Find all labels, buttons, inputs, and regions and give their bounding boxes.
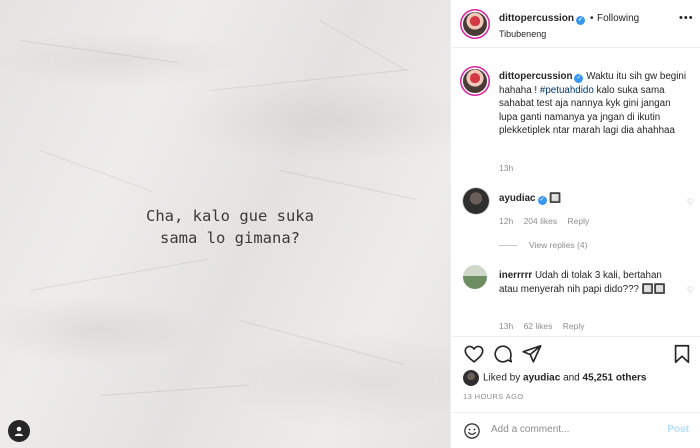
liked-by-user[interactable]: ayudiac: [523, 373, 560, 384]
like-heart-icon[interactable]: [463, 343, 485, 365]
separator-dot: •: [590, 13, 594, 24]
post-details-panel: dittopercussion ✓ • Following Tibubeneng …: [450, 0, 700, 448]
comment-like-heart-icon[interactable]: ♡: [687, 197, 695, 208]
liker-avatar[interactable]: [463, 370, 479, 386]
commenter-avatar[interactable]: [463, 265, 487, 289]
verified-badge-icon: ✓: [574, 74, 584, 83]
author-avatar[interactable]: [463, 12, 487, 36]
comment-bubble-icon[interactable]: [492, 343, 514, 365]
commenter-username[interactable]: inerrrrr: [499, 270, 532, 281]
caption-text: dittopercussion ✓ Waktu itu sih gw begini…: [499, 70, 689, 138]
comment-meta: 13h 62 likes Reply: [499, 321, 593, 331]
comment-meta: 12h 204 likes Reply: [499, 216, 597, 226]
author-username-link[interactable]: dittopercussion ✓: [499, 13, 586, 25]
liked-count[interactable]: 45,251 others: [583, 373, 647, 384]
replies-divider: [499, 245, 517, 247]
comment-text: ayudiac ✓ 🔲: [499, 192, 674, 206]
verified-badge-icon: ✓: [576, 16, 586, 25]
commenter-avatar[interactable]: [463, 188, 489, 214]
post-photo[interactable]: Cha, kalo gue suka sama lo gimana?: [0, 0, 450, 448]
liked-prefix: Liked by: [483, 372, 521, 384]
comment-like-heart-icon[interactable]: ♡: [687, 285, 695, 296]
view-replies-label[interactable]: View replies (4): [529, 240, 587, 250]
user-icon: [14, 426, 24, 436]
comment-likes[interactable]: 204 likes: [524, 216, 558, 226]
comment-likes[interactable]: 62 likes: [524, 321, 553, 331]
add-comment-input[interactable]: Add a comment...: [491, 424, 569, 435]
comment-body: 🔲: [549, 193, 562, 204]
comment-time: 13h: [499, 321, 514, 331]
share-paper-plane-icon[interactable]: [521, 343, 543, 365]
hashtag-link[interactable]: #petuahdido: [540, 85, 594, 96]
post-comment-button[interactable]: Post: [667, 424, 689, 435]
liked-by-summary: Liked by ayudiac and 45,251 others: [463, 370, 646, 386]
author-username[interactable]: dittopercussion: [499, 13, 574, 24]
emoji-smiley-icon[interactable]: [463, 422, 481, 440]
photo-text-line-1: Cha, kalo gue suka: [146, 207, 314, 225]
location-link[interactable]: Tibubeneng: [499, 29, 546, 39]
caption-username[interactable]: dittopercussion: [499, 71, 572, 82]
more-options-icon[interactable]: •••: [679, 12, 694, 24]
comment-text: inerrrrr Udah di tolak 3 kali, bertahan …: [499, 269, 674, 296]
post-timestamp[interactable]: 13 HOURS AGO: [463, 392, 524, 401]
caption-author-avatar[interactable]: [463, 69, 487, 93]
photo-caption-text: Cha, kalo gue suka sama lo gimana?: [100, 205, 360, 249]
post-header: dittopercussion ✓ • Following Tibubeneng …: [451, 0, 700, 48]
comment-reply-button[interactable]: Reply: [568, 216, 590, 226]
caption-time: 13h: [499, 163, 514, 173]
photo-text-line-2: sama lo gimana?: [160, 229, 300, 247]
save-bookmark-icon[interactable]: [671, 343, 693, 365]
liked-and: and: [563, 372, 580, 384]
following-button[interactable]: Following: [597, 13, 639, 24]
commenter-username[interactable]: ayudiac: [499, 193, 536, 204]
comment-time: 12h: [499, 216, 514, 226]
comment-reply-button[interactable]: Reply: [563, 321, 585, 331]
add-comment-bar: Add a comment... Post: [451, 412, 700, 448]
tagged-users-button[interactable]: [8, 420, 30, 442]
verified-badge-icon: ✓: [537, 196, 547, 205]
view-replies-button[interactable]: View replies (4): [499, 240, 587, 250]
